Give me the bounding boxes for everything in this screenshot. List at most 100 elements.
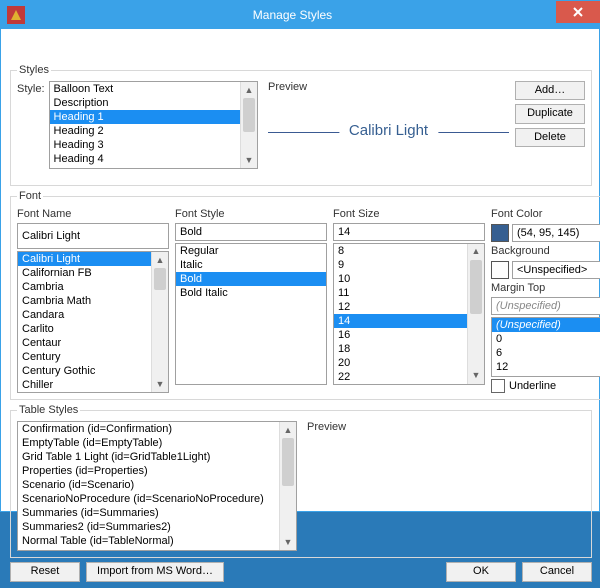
close-button[interactable] (556, 1, 600, 23)
list-item[interactable]: 9 (334, 258, 468, 272)
close-icon (573, 7, 583, 17)
table-styles-list[interactable]: Confirmation (id=Confirmation) EmptyTabl… (17, 421, 297, 551)
list-item[interactable]: EmptyTable (id=EmptyTable) (18, 436, 280, 450)
list-item[interactable]: Description (50, 96, 241, 110)
underline-checkbox[interactable]: Underline (491, 379, 600, 393)
list-item[interactable]: Bold Italic (176, 286, 326, 300)
scroll-up-icon: ▲ (152, 252, 168, 268)
styles-list-label: Style: (17, 81, 45, 169)
scroll-thumb[interactable] (470, 260, 482, 314)
list-item[interactable]: ScenarioNoProcedure (id=ScenarioNoProced… (18, 492, 280, 506)
list-item[interactable]: (Unspecified) (492, 318, 600, 332)
table-styles-group: Table Styles Confirmation (id=Confirmati… (10, 404, 592, 558)
list-item[interactable]: Century (18, 350, 152, 364)
window-title: Manage Styles (29, 8, 556, 22)
margin-top-list[interactable]: (Unspecified) 0 6 12 ▲ ▼ (491, 317, 600, 377)
font-size-input[interactable] (333, 223, 485, 241)
list-item[interactable]: 20 (334, 356, 468, 370)
background-swatch (491, 261, 509, 279)
styles-list[interactable]: Balloon Text Description Heading 1 Headi… (49, 81, 258, 169)
list-item[interactable]: Heading 1 (50, 110, 241, 124)
list-item[interactable]: Heading 3 (50, 138, 241, 152)
list-item[interactable]: Heading 5 (50, 166, 241, 168)
styles-group-label: Styles (17, 64, 51, 77)
list-item[interactable]: Californian FB (18, 266, 152, 280)
list-item[interactable]: Summaries2 (id=Summaries2) (18, 520, 280, 534)
font-color-label: Font Color (491, 208, 600, 221)
list-item[interactable]: 8 (334, 244, 468, 258)
scroll-down-icon: ▼ (280, 534, 296, 550)
scroll-up-icon: ▲ (468, 244, 484, 260)
list-item[interactable]: Heading 4 (50, 152, 241, 166)
list-item[interactable]: 10 (334, 272, 468, 286)
list-item[interactable]: Balloon Text (50, 82, 241, 96)
checkbox-box (491, 379, 505, 393)
list-item[interactable]: Italic (176, 258, 326, 272)
list-item[interactable]: Scenario (id=Scenario) (18, 478, 280, 492)
list-item[interactable]: Century Gothic (18, 364, 152, 378)
app-icon (7, 6, 25, 24)
list-item[interactable]: 12 (334, 300, 468, 314)
margin-top-input[interactable] (491, 297, 600, 315)
list-item[interactable]: Grid Table 1 Light (id=GridTable1Light) (18, 450, 280, 464)
ok-button[interactable]: OK (446, 562, 516, 581)
table-preview-label: Preview (307, 421, 585, 434)
list-item[interactable]: Regular (176, 244, 326, 258)
font-color-input[interactable] (512, 224, 600, 242)
scroll-down-icon: ▼ (468, 368, 484, 384)
list-item[interactable]: Normal Table (id=TableNormal) (18, 534, 280, 548)
font-size-list[interactable]: 8 9 10 11 12 14 16 18 20 22 ▲ (333, 243, 485, 385)
font-name-list[interactable]: Calibri Light Californian FB Cambria Cam… (17, 251, 169, 393)
list-item[interactable]: Carlito (18, 322, 152, 336)
duplicate-button[interactable]: Duplicate (515, 104, 585, 123)
list-item[interactable]: 16 (334, 328, 468, 342)
scrollbar[interactable]: ▲ ▼ (467, 244, 484, 384)
font-name-input[interactable] (17, 223, 169, 249)
scroll-up-icon: ▲ (280, 422, 296, 438)
list-item[interactable]: Calibri Light (18, 252, 152, 266)
delete-button[interactable]: Delete (515, 128, 585, 147)
underline-label: Underline (509, 380, 556, 393)
list-item[interactable]: Confirmation (id=Confirmation) (18, 422, 280, 436)
scrollbar[interactable]: ▲ ▼ (279, 422, 296, 550)
font-group: Font Font Name Calibri Light Californian… (10, 190, 600, 400)
font-color-swatch (491, 224, 509, 242)
list-item[interactable]: 22 (334, 370, 468, 384)
list-item[interactable]: Cambria Math (18, 294, 152, 308)
list-item[interactable]: 18 (334, 342, 468, 356)
reset-button[interactable]: Reset (10, 562, 80, 581)
list-item[interactable]: 14 (334, 314, 468, 328)
list-item[interactable]: 11 (334, 286, 468, 300)
scrollbar[interactable]: ▲ ▼ (240, 82, 257, 168)
scroll-thumb[interactable] (154, 268, 166, 290)
font-style-list[interactable]: Regular Italic Bold Bold Italic (175, 243, 327, 385)
scroll-thumb[interactable] (282, 438, 294, 486)
list-item[interactable]: Table Grid (id=TableGrid) (18, 548, 280, 550)
font-style-input[interactable] (175, 223, 327, 241)
table-styles-label: Table Styles (17, 404, 80, 417)
scrollbar[interactable]: ▲ ▼ (151, 252, 168, 392)
list-item[interactable]: Heading 2 (50, 124, 241, 138)
scroll-down-icon: ▼ (241, 152, 257, 168)
cancel-button[interactable]: Cancel (522, 562, 592, 581)
list-item[interactable]: Properties (id=Properties) (18, 464, 280, 478)
list-item[interactable]: Cambria (18, 280, 152, 294)
font-name-label: Font Name (17, 208, 169, 221)
list-item[interactable]: Bold (176, 272, 326, 286)
scroll-up-icon: ▲ (241, 82, 257, 98)
list-item[interactable]: Centaur (18, 336, 152, 350)
preview-label: Preview (268, 81, 509, 94)
import-button[interactable]: Import from MS Word… (86, 562, 224, 581)
list-item[interactable]: Candara (18, 308, 152, 322)
add-button[interactable]: Add… (515, 81, 585, 100)
list-item[interactable]: Summaries (id=Summaries) (18, 506, 280, 520)
list-item[interactable]: 6 (492, 346, 600, 360)
scroll-down-icon: ▼ (152, 376, 168, 392)
background-label: Background (491, 245, 600, 258)
list-item[interactable]: Chiller (18, 378, 152, 392)
list-item[interactable]: 0 (492, 332, 600, 346)
list-item[interactable]: 12 (492, 360, 600, 374)
scroll-thumb[interactable] (243, 98, 255, 132)
style-preview: Calibri Light (268, 94, 509, 179)
background-input[interactable] (512, 261, 600, 279)
